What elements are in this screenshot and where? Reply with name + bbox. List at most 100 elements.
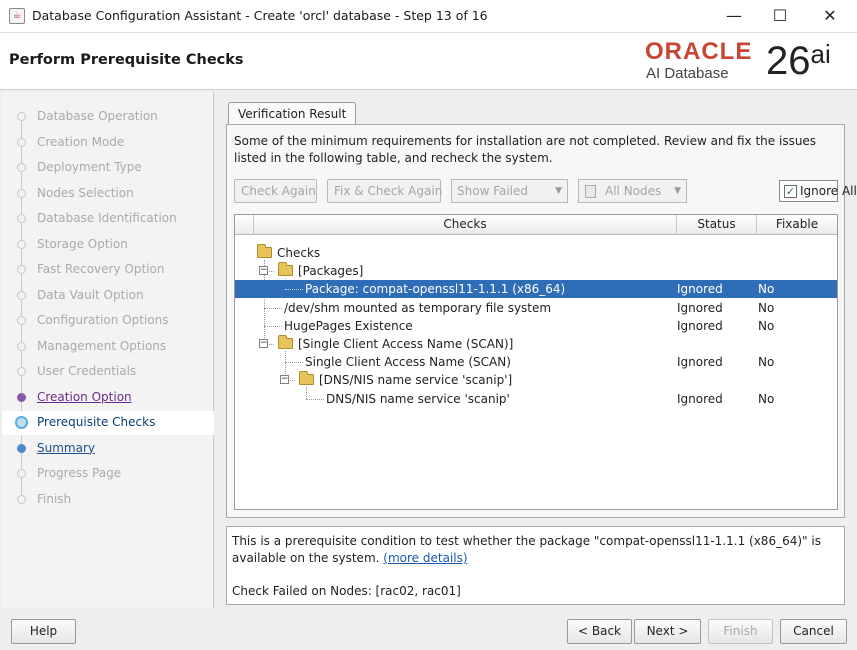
table-row[interactable]: − [Single Client Access Name (SCAN)] xyxy=(235,335,837,353)
tree-connector xyxy=(306,398,324,400)
minimize-button[interactable]: — xyxy=(711,0,757,32)
table-row[interactable]: Single Client Access Name (SCAN) Ignored N… xyxy=(235,353,837,371)
sidebar-step: Data Vault Option xyxy=(2,284,214,308)
sidebar-step[interactable]: Summary xyxy=(2,437,214,461)
nodes-dropdown[interactable]: All Nodes ▼ xyxy=(578,179,687,203)
table-row[interactable]: − [Packages] xyxy=(235,262,837,280)
check-status: Ignored xyxy=(677,318,723,333)
column-header-fixable[interactable]: Fixable xyxy=(756,215,837,235)
table-row[interactable]: HugePages Existence Ignored No xyxy=(235,317,837,335)
more-details-link[interactable]: (more details) xyxy=(383,551,467,565)
sidebar-step: Fast Recovery Option xyxy=(2,258,214,282)
product-name: AI Database xyxy=(646,65,729,82)
next-button[interactable]: Next > xyxy=(634,619,701,644)
step-indicator-icon xyxy=(17,188,26,198)
description-text: This is a prerequisite condition to test… xyxy=(232,534,821,565)
tree-connector xyxy=(285,289,303,291)
tree-connector xyxy=(285,362,303,364)
version-suffix: ai xyxy=(810,39,831,69)
sidebar-step: Storage Option xyxy=(2,233,214,257)
sidebar-step: Progress Page xyxy=(2,462,214,486)
filter-value: Show Failed xyxy=(457,184,529,198)
step-indicator-icon xyxy=(17,341,26,351)
tree-connector xyxy=(264,307,282,309)
step-indicator-icon xyxy=(17,239,26,249)
check-fixable: No xyxy=(758,300,775,315)
column-header-checks[interactable]: Checks xyxy=(253,215,676,235)
sidebar-step-label: Configuration Options xyxy=(37,313,169,327)
step-indicator-icon xyxy=(17,367,26,376)
sidebar-step-label: Database Operation xyxy=(37,109,158,123)
help-button[interactable]: Help xyxy=(11,619,76,644)
table-row[interactable]: − [DNS/NIS name service 'scanip'] xyxy=(235,371,837,389)
sidebar-step: Configuration Options xyxy=(2,309,214,333)
tab-verification-result[interactable]: Verification Result xyxy=(228,102,357,125)
fix-and-check-again-button[interactable]: Fix & Check Again xyxy=(327,179,442,203)
check-name: /dev/shm mounted as temporary file syste… xyxy=(284,300,552,315)
filter-dropdown[interactable]: Show Failed ▼ xyxy=(451,179,568,203)
page-title: Perform Prerequisite Checks xyxy=(9,52,244,68)
step-indicator-icon xyxy=(17,494,26,504)
back-button[interactable]: < Back xyxy=(567,619,632,644)
check-name: HugePages Existence xyxy=(284,318,413,333)
requirements-message: Some of the minimum requirements for ins… xyxy=(234,134,817,165)
folder-icon xyxy=(278,335,293,349)
sidebar-step: Database Identification xyxy=(2,207,214,231)
collapse-icon[interactable]: − xyxy=(280,375,289,385)
sidebar-step-label: Prerequisite Checks xyxy=(37,415,156,429)
table-header: Checks Status Fixable xyxy=(235,215,837,235)
step-indicator-icon xyxy=(17,163,26,172)
table-row[interactable]: Checks xyxy=(235,244,837,262)
sidebar-step: User Credentials xyxy=(2,360,214,384)
java-app-icon: ☕ xyxy=(9,8,25,24)
failed-nodes-text: Check Failed on Nodes: [rac02, rac01] xyxy=(232,584,461,598)
ignore-all-label: Ignore All xyxy=(800,184,857,198)
version-logo: 26ai xyxy=(766,39,831,83)
wizard-steps-sidebar: Database Operation Creation Mode Deploymen… xyxy=(2,92,214,608)
step-indicator-icon xyxy=(17,265,26,274)
check-name: [Single Client Access Name (SCAN)] xyxy=(298,337,514,351)
folder-icon xyxy=(299,371,314,386)
sidebar-step: Prerequisite Checks xyxy=(2,411,214,435)
step-indicator-icon xyxy=(17,316,26,325)
table-row[interactable]: /dev/shm mounted as temporary file syste… xyxy=(235,299,837,317)
checkbox-check-icon: ✓ xyxy=(784,185,797,198)
column-header-status[interactable]: Status xyxy=(676,215,756,235)
check-again-button[interactable]: Check Again xyxy=(234,179,317,203)
ignore-all-checkbox[interactable]: ✓ Ignore All xyxy=(779,180,857,202)
sidebar-step[interactable]: Creation Option xyxy=(2,386,214,410)
check-name: [Packages] xyxy=(298,264,364,279)
check-status: Ignored xyxy=(677,355,723,370)
cancel-button[interactable]: Cancel xyxy=(780,619,847,644)
close-button[interactable]: ✕ xyxy=(807,0,853,32)
step-indicator-icon xyxy=(15,416,28,429)
chevron-down-icon: ▼ xyxy=(555,186,562,196)
table-row[interactable]: Package: compat-openssl11-1.1.1 (x86_64)… xyxy=(235,280,837,299)
collapse-icon[interactable]: − xyxy=(259,266,268,276)
finish-button[interactable]: Finish xyxy=(708,619,773,644)
sidebar-step-label: Progress Page xyxy=(37,466,122,480)
table-row[interactable]: DNS/NIS name service 'scanip' Ignored No xyxy=(235,390,837,408)
step-indicator-icon xyxy=(17,290,26,300)
folder-icon xyxy=(278,262,293,277)
check-name: Package: compat-openssl11-1.1.1 (x86_64) xyxy=(305,282,566,297)
sidebar-step: Creation Mode xyxy=(2,131,214,155)
sidebar-step-label: Deployment Type xyxy=(37,160,142,174)
version-number: 26 xyxy=(766,39,811,83)
check-status: Ignored xyxy=(677,300,723,315)
collapse-icon[interactable]: − xyxy=(259,339,268,348)
sidebar-step-label: Summary xyxy=(37,440,95,455)
sidebar-step: Deployment Type xyxy=(2,156,214,180)
sidebar-step: Database Operation xyxy=(2,105,214,129)
sidebar-step-label: Database Identification xyxy=(37,211,177,225)
sidebar-step-label: Creation Option xyxy=(37,389,132,404)
check-fixable: No xyxy=(758,318,775,333)
check-status: Ignored xyxy=(677,391,723,406)
step-indicator-icon xyxy=(17,214,26,223)
step-indicator-icon xyxy=(17,469,26,478)
sidebar-step-label: User Credentials xyxy=(37,364,137,378)
step-indicator-icon xyxy=(17,112,26,121)
folder-icon xyxy=(257,244,272,258)
check-status: Ignored xyxy=(677,282,723,297)
maximize-button[interactable]: ☐ xyxy=(757,0,803,32)
